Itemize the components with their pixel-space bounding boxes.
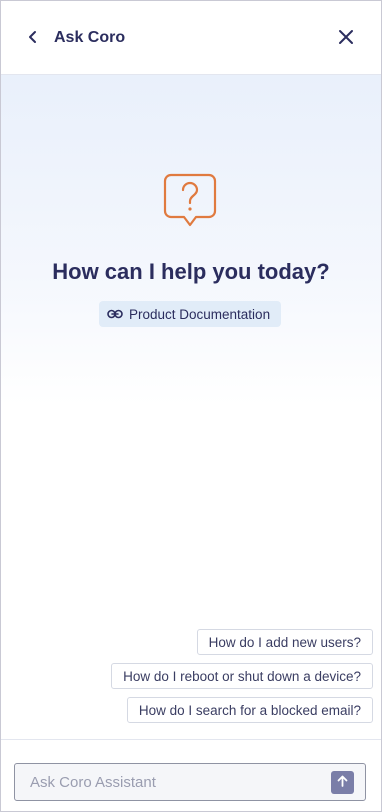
close-button[interactable]	[333, 26, 359, 52]
close-icon	[338, 29, 354, 50]
product-documentation-link[interactable]: Product Documentation	[99, 301, 281, 327]
header: Ask Coro	[1, 1, 381, 75]
back-button[interactable]	[21, 27, 45, 51]
send-button[interactable]	[331, 771, 354, 794]
chat-input[interactable]	[15, 764, 325, 800]
suggested-questions: How do I add new users? How do I reboot …	[111, 629, 373, 723]
suggestion-chip[interactable]: How do I search for a blocked email?	[126, 697, 373, 723]
doc-link-label: Product Documentation	[129, 306, 271, 322]
assistant-panel: Ask Coro How can I help you today? Produ…	[0, 0, 382, 812]
chat-input-container	[14, 763, 366, 801]
page-title: Ask Coro	[54, 29, 126, 46]
welcome-section: How can I help you today? Product Docume…	[1, 75, 381, 405]
suggestion-chip[interactable]: How do I add new users?	[196, 629, 373, 655]
link-icon	[107, 307, 123, 322]
chevron-left-icon	[26, 30, 40, 49]
suggestion-chip[interactable]: How do I reboot or shut down a device?	[111, 663, 373, 689]
question-bubble-icon	[163, 173, 217, 229]
arrow-up-icon	[337, 774, 348, 792]
welcome-heading: How can I help you today?	[52, 259, 330, 284]
footer-divider	[1, 739, 381, 740]
